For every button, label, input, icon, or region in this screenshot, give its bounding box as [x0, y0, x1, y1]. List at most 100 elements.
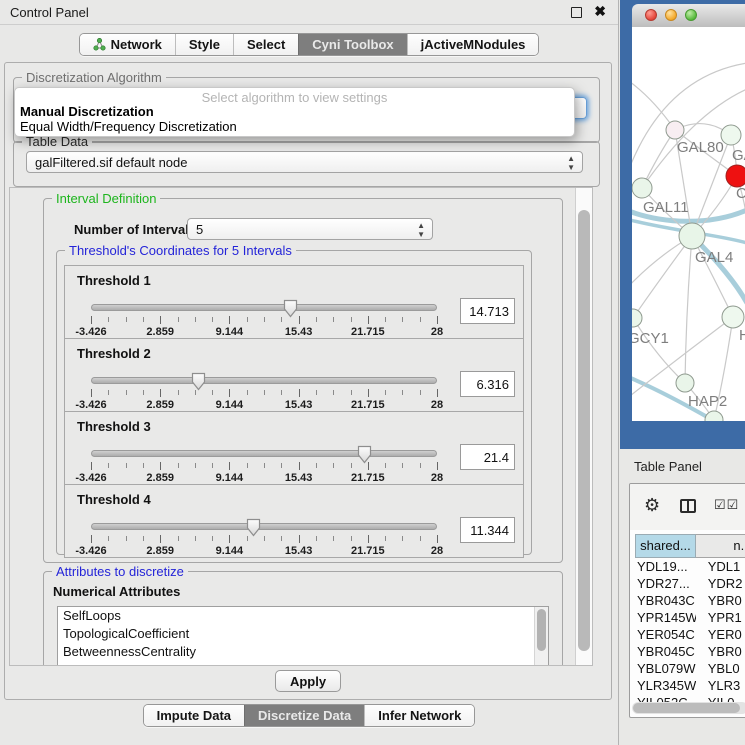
network-edge[interactable]: [633, 236, 692, 318]
node-red-selected[interactable]: [726, 165, 745, 187]
tab-infer-network[interactable]: Infer Network: [364, 705, 474, 726]
threshold-3-panel: Threshold 3-3.4262.8599.14415.4321.71528…: [64, 411, 524, 485]
threshold-3-value-field[interactable]: 21.4: [460, 444, 515, 470]
tab-network[interactable]: Network: [80, 34, 175, 55]
slider-track[interactable]: [91, 377, 437, 384]
node-label: GAL11: [643, 199, 689, 216]
tab-cyni-toolbox[interactable]: Cyni Toolbox: [298, 34, 406, 55]
threshold-label: Threshold 2: [77, 346, 151, 361]
apply-button[interactable]: Apply: [275, 670, 341, 692]
tab-label: Impute Data: [157, 708, 231, 723]
gear-icon[interactable]: ⚙: [644, 495, 660, 516]
network-view-window[interactable]: GAL80GACGAL11GAL4GCY1HHAP2: [620, 0, 745, 449]
discretization-algorithm-group-title: Discretization Algorithm: [22, 70, 166, 85]
tick-label: 15.43: [285, 472, 313, 484]
close-icon[interactable]: ✖: [594, 3, 606, 20]
attribute-list-item[interactable]: SelfLoops: [58, 607, 548, 625]
minimize-traffic-light-icon[interactable]: [665, 9, 677, 21]
threshold-1-value-field[interactable]: 14.713: [460, 298, 515, 324]
slider-thumb[interactable]: [191, 372, 206, 396]
interval-definition-group: Interval Definition Number of Intervals …: [43, 198, 563, 563]
table-cell: YLR345W: [635, 677, 696, 694]
attributes-list-scrollbar[interactable]: [534, 607, 548, 665]
node-gcy1[interactable]: [632, 309, 642, 327]
tab-impute-data[interactable]: Impute Data: [144, 705, 244, 726]
table-row[interactable]: YLR345WYLR3: [635, 677, 745, 694]
node-top-right[interactable]: [721, 125, 741, 145]
table-cell: YPR145W: [635, 609, 696, 626]
table-cell: YBL079W: [635, 660, 696, 677]
settings-vertical-scrollbar[interactable]: [575, 188, 592, 665]
split-column-icon[interactable]: [680, 499, 696, 513]
number-of-intervals-combobox[interactable]: 5 ▲▼: [187, 218, 433, 240]
threshold-4-panel: Threshold 4-3.4262.8599.14415.4321.71528…: [64, 484, 524, 558]
table-row[interactable]: YBL079WYBL0: [635, 660, 745, 677]
slider-thumb[interactable]: [246, 518, 261, 542]
table-horizontal-scrollbar[interactable]: [632, 702, 745, 714]
tab-select[interactable]: Select: [233, 34, 298, 55]
tick-label: 21.715: [351, 326, 385, 338]
tick-label: 2.859: [146, 326, 174, 338]
tab-label: Discretize Data: [258, 708, 351, 723]
table-row[interactable]: YDR27...YDR2: [635, 575, 745, 592]
threshold-2-value-field[interactable]: 6.316: [460, 371, 515, 397]
column-header-1[interactable]: shared...: [635, 534, 696, 558]
float-window-icon[interactable]: [571, 7, 582, 18]
node-label: GAL80: [677, 139, 724, 156]
slider-track[interactable]: [91, 450, 437, 457]
network-canvas[interactable]: GAL80GACGAL11GAL4GCY1HHAP2: [632, 27, 745, 421]
threshold-1-slider[interactable]: -3.4262.8599.14415.4321.71528: [91, 299, 437, 335]
control-panel-titlebar: Control Panel ✖: [0, 0, 618, 25]
slider-track[interactable]: [91, 304, 437, 311]
threshold-4-slider[interactable]: -3.4262.8599.14415.4321.71528: [91, 518, 437, 554]
table-cell: YBR0: [696, 643, 745, 660]
attribute-list-item[interactable]: TopologicalCoefficient: [58, 625, 548, 643]
interval-definition-title: Interval Definition: [52, 191, 160, 206]
algorithm-option-manual[interactable]: Manual Discretization: [20, 104, 154, 119]
node-bottom-partial[interactable]: [705, 411, 723, 421]
table-row[interactable]: YPR145WYPR1: [635, 609, 745, 626]
table-data-combobox[interactable]: galFiltered.sif default node ▲▼: [26, 151, 583, 173]
node-label: H: [739, 327, 745, 344]
algorithm-placeholder-option[interactable]: Select algorithm to view settings: [15, 90, 574, 105]
slider-thumb[interactable]: [283, 299, 298, 323]
node-pink[interactable]: [666, 121, 684, 139]
table-toolbar: ⚙ ☑☑: [630, 484, 745, 530]
node-gal11[interactable]: [632, 178, 652, 198]
table-row[interactable]: YBR043CYBR0: [635, 592, 745, 609]
table-cell: YPR1: [696, 609, 745, 626]
zoom-traffic-light-icon[interactable]: [685, 9, 697, 21]
slider-thumb[interactable]: [357, 445, 372, 469]
select-checkboxes-icon[interactable]: ☑☑: [714, 497, 739, 513]
algorithm-option-equal-width[interactable]: Equal Width/Frequency Discretization: [20, 119, 237, 134]
network-edge[interactable]: [632, 63, 745, 177]
table-row[interactable]: YBR045CYBR0: [635, 643, 745, 660]
node-hap2[interactable]: [676, 374, 694, 392]
threshold-4-value-field[interactable]: 11.344: [460, 517, 515, 543]
threshold-2-slider[interactable]: -3.4262.8599.14415.4321.71528: [91, 372, 437, 408]
tab-style[interactable]: Style: [175, 34, 233, 55]
tick-label: -3.426: [75, 326, 106, 338]
tab-jactivemnodules[interactable]: jActiveMNodules: [407, 34, 539, 55]
table-row[interactable]: YER054CYER0: [635, 626, 745, 643]
threshold-1-panel: Threshold 1 -3.4262.8599.14415.4321.71528…: [64, 265, 524, 339]
tab-label: Select: [247, 37, 285, 52]
numerical-attributes-label: Numerical Attributes: [53, 584, 180, 599]
threshold-3-slider[interactable]: -3.4262.8599.14415.4321.71528: [91, 445, 437, 481]
table-cell: YER0: [696, 626, 745, 643]
slider-track[interactable]: [91, 523, 437, 530]
tick-label: 9.144: [216, 545, 244, 557]
column-header-2[interactable]: n...: [696, 534, 745, 558]
node-right-h[interactable]: [722, 306, 744, 328]
attribute-list-item[interactable]: BetweennessCentrality: [58, 643, 548, 661]
slider-ticks: [91, 462, 437, 471]
table-panel-widget: ⚙ ☑☑ shared...n...YDL19...YDL1YDR27...YD…: [629, 483, 745, 718]
tick-label: -3.426: [75, 399, 106, 411]
close-traffic-light-icon[interactable]: [645, 9, 657, 21]
tab-discretize-data[interactable]: Discretize Data: [244, 705, 364, 726]
network-edge[interactable]: [685, 236, 692, 383]
threshold-label: Threshold 1: [77, 273, 151, 288]
table-row[interactable]: YDL19...YDL1: [635, 558, 745, 575]
node-gal4[interactable]: [679, 223, 705, 249]
thresholds-group: Threshold's Coordinates for 5 Intervals …: [56, 250, 532, 555]
